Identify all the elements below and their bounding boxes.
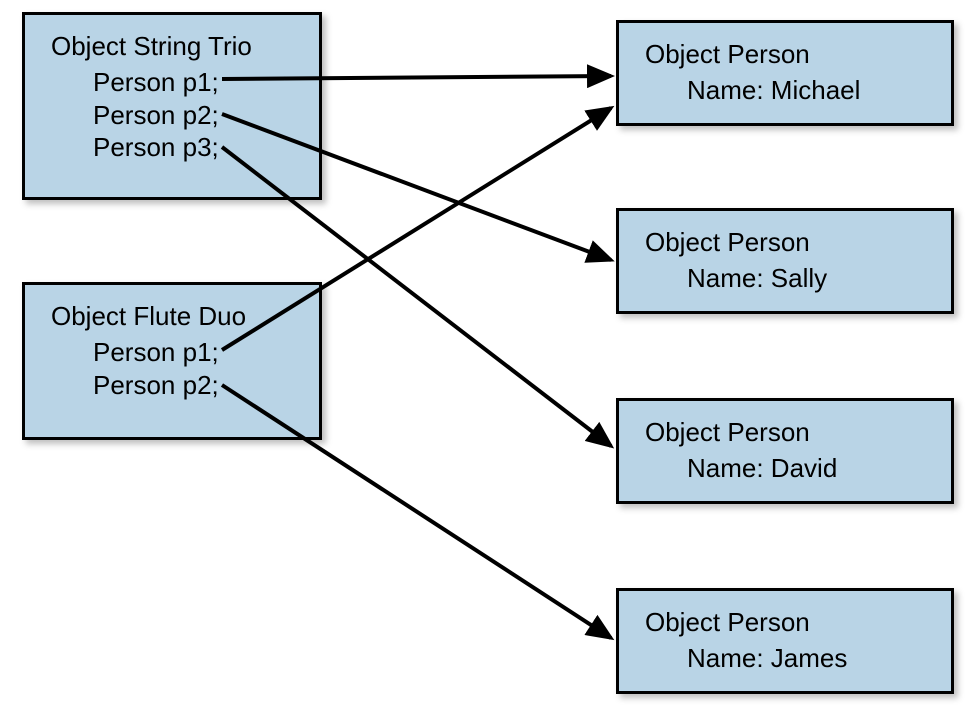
person-name: Name: David — [645, 452, 925, 485]
box-flute-duo: Object Flute Duo Person p1; Person p2; — [22, 282, 322, 440]
box-title: Object Person — [645, 39, 925, 70]
person-name: Name: Michael — [645, 74, 925, 107]
box-person-sally: Object Person Name: Sally — [616, 208, 954, 314]
member-p1: Person p1; — [51, 336, 293, 369]
box-title: Object String Trio — [51, 31, 293, 62]
person-name: Name: Sally — [645, 262, 925, 295]
box-title: Object Person — [645, 607, 925, 638]
box-string-trio: Object String Trio Person p1; Person p2;… — [22, 12, 322, 200]
object-reference-diagram: Object String Trio Person p1; Person p2;… — [0, 0, 978, 720]
member-p2: Person p2; — [51, 99, 293, 132]
box-title: Object Flute Duo — [51, 301, 293, 332]
box-person-michael: Object Person Name: Michael — [616, 20, 954, 126]
member-p3: Person p3; — [51, 131, 293, 164]
box-person-james: Object Person Name: James — [616, 588, 954, 694]
person-name: Name: James — [645, 642, 925, 675]
box-title: Object Person — [645, 227, 925, 258]
box-title: Object Person — [645, 417, 925, 448]
box-person-david: Object Person Name: David — [616, 398, 954, 504]
member-p1: Person p1; — [51, 66, 293, 99]
member-p2: Person p2; — [51, 369, 293, 402]
